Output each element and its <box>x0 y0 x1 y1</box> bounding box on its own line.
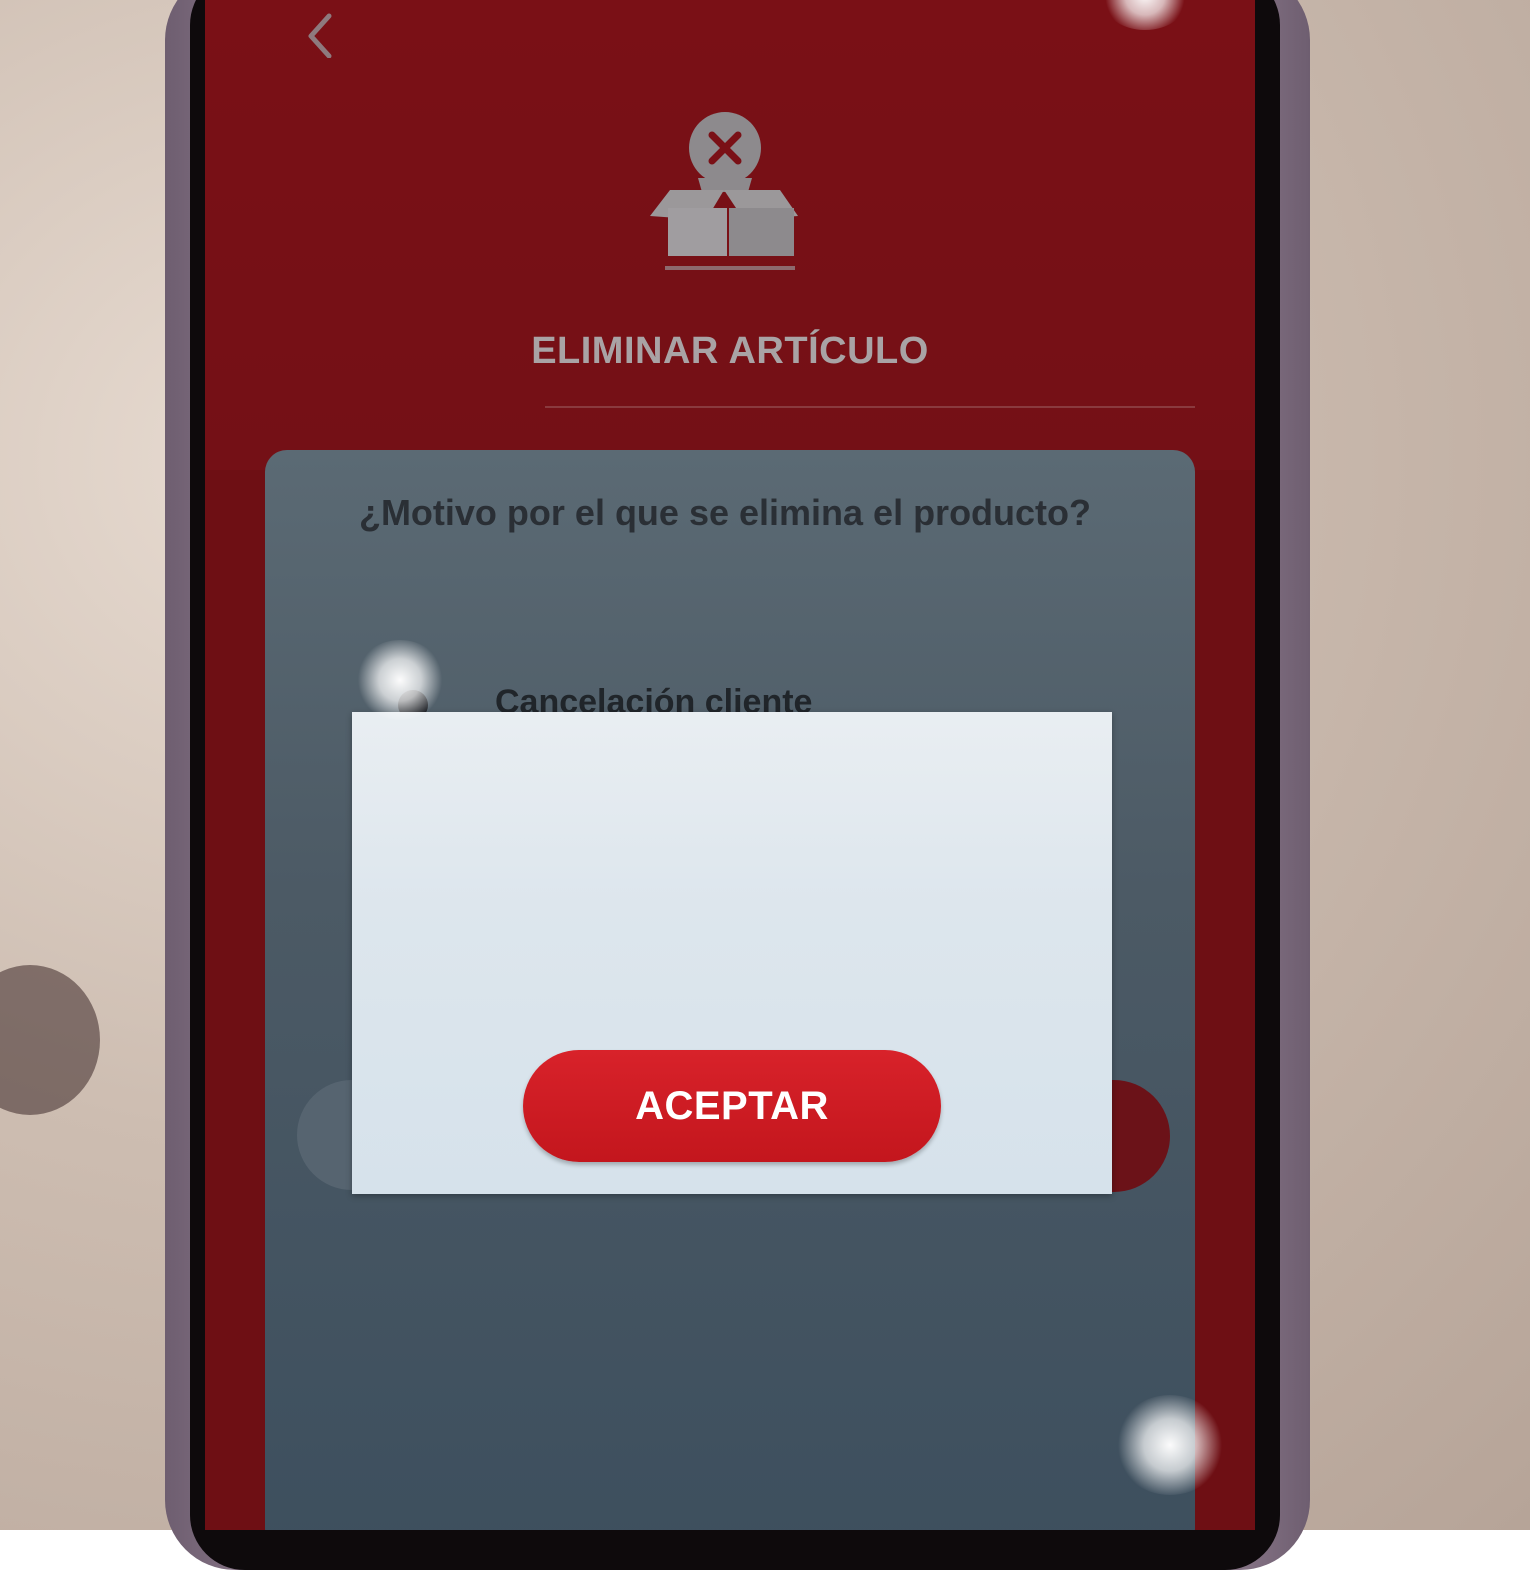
light-glare <box>355 640 445 720</box>
reason-question: ¿Motivo por el que se elimina el product… <box>358 492 1092 533</box>
box-remove-icon <box>640 108 800 278</box>
title-divider <box>545 406 1195 408</box>
screen-title: ELIMINAR ARTÍCULO <box>531 330 929 372</box>
light-glare <box>1115 1395 1225 1495</box>
accept-button[interactable]: ACEPTAR <box>523 1050 941 1162</box>
chevron-left-icon[interactable] <box>297 8 347 59</box>
phone-screen: ELIMINAR ARTÍCULO ¿Motivo por el que se … <box>205 0 1255 1530</box>
